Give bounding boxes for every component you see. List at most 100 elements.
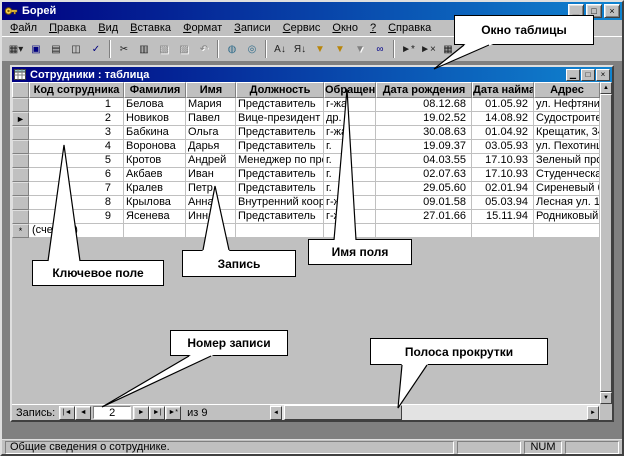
- print-button[interactable]: ▤: [46, 39, 66, 59]
- column-header[interactable]: Имя: [186, 82, 236, 98]
- cut-button[interactable]: ✂: [114, 39, 134, 59]
- table-cell[interactable]: Бабкина: [124, 126, 186, 140]
- apply-filter-button[interactable]: ▼: [350, 39, 370, 59]
- table-cell[interactable]: г.: [324, 154, 376, 168]
- table-cell[interactable]: 15.11.94: [472, 210, 534, 224]
- menu-file[interactable]: Файл: [4, 21, 43, 35]
- scroll-left-icon[interactable]: ◄: [270, 406, 282, 420]
- table-cell[interactable]: Представитель: [236, 140, 324, 154]
- column-header[interactable]: Обращение: [324, 82, 376, 98]
- last-record-button[interactable]: ►|: [149, 406, 165, 420]
- table-cell[interactable]: Петр: [186, 182, 236, 196]
- table-cell[interactable]: г-жа: [324, 98, 376, 112]
- web-toolbar-button[interactable]: ◎: [242, 39, 262, 59]
- sort-ascending-button[interactable]: А↓: [270, 39, 290, 59]
- table-cell[interactable]: 09.01.58: [376, 196, 472, 210]
- scroll-up-icon[interactable]: ▲: [600, 82, 612, 94]
- new-record-selector[interactable]: *: [12, 224, 29, 238]
- table-cell[interactable]: Студенческая: [534, 168, 600, 182]
- table-cell[interactable]: Вице-президент: [236, 112, 324, 126]
- table-cell[interactable]: Судостроитель: [534, 112, 600, 126]
- table-cell[interactable]: 19.02.52: [376, 112, 472, 126]
- child-maximize-button[interactable]: □: [581, 69, 595, 81]
- table-cell[interactable]: Новиков: [124, 112, 186, 126]
- table-cell[interactable]: Сиреневый бул: [534, 182, 600, 196]
- table-cell[interactable]: Акбаев: [124, 168, 186, 182]
- table-cell[interactable]: Зеленый просп: [534, 154, 600, 168]
- table-cell[interactable]: Ольга: [186, 126, 236, 140]
- paste-button[interactable]: ▧: [154, 39, 174, 59]
- undo-button[interactable]: ↶: [194, 39, 214, 59]
- table-cell[interactable]: г-жа: [324, 196, 376, 210]
- table-cell[interactable]: 04.03.55: [376, 154, 472, 168]
- menu-format[interactable]: Формат: [177, 21, 228, 35]
- table-cell[interactable]: 02.01.94: [472, 182, 534, 196]
- menu-window[interactable]: Окно: [326, 21, 364, 35]
- row-selector[interactable]: [12, 126, 29, 140]
- new-record-nav-button[interactable]: ►*: [165, 406, 181, 420]
- table-cell[interactable]: Мария: [186, 98, 236, 112]
- column-header[interactable]: Дата найма: [472, 82, 534, 98]
- current-record-selector[interactable]: ►: [12, 112, 29, 126]
- horizontal-scroll-thumb[interactable]: [284, 405, 402, 420]
- table-cell[interactable]: Инна: [186, 210, 236, 224]
- table-cell[interactable]: Кротов: [124, 154, 186, 168]
- row-selector[interactable]: [12, 98, 29, 112]
- row-selector[interactable]: [12, 140, 29, 154]
- table-cell[interactable]: Воронова: [124, 140, 186, 154]
- table-cell[interactable]: 2: [29, 112, 124, 126]
- horizontal-scrollbar[interactable]: ◄ ►: [270, 404, 600, 420]
- table-cell[interactable]: 03.05.93: [472, 140, 534, 154]
- menu-insert[interactable]: Вставка: [124, 21, 177, 35]
- table-cell[interactable]: Павел: [186, 112, 236, 126]
- table-cell[interactable]: Андрей: [186, 154, 236, 168]
- table-cell[interactable]: г.: [324, 168, 376, 182]
- table-cell[interactable]: [472, 224, 534, 238]
- find-button[interactable]: ∞: [370, 39, 390, 59]
- table-cell[interactable]: г-жа: [324, 126, 376, 140]
- table-cell[interactable]: 8: [29, 196, 124, 210]
- table-cell[interactable]: 29.05.60: [376, 182, 472, 196]
- new-record-button[interactable]: ►*: [398, 39, 418, 59]
- table-cell[interactable]: 4: [29, 140, 124, 154]
- table-cell[interactable]: 3: [29, 126, 124, 140]
- table-cell[interactable]: 27.01.66: [376, 210, 472, 224]
- table-cell[interactable]: 9: [29, 210, 124, 224]
- row-selector[interactable]: [12, 196, 29, 210]
- child-minimize-button[interactable]: ▁: [566, 69, 580, 81]
- table-cell[interactable]: (счетчик): [29, 224, 124, 238]
- spelling-button[interactable]: ✓: [86, 39, 106, 59]
- table-cell[interactable]: 19.09.37: [376, 140, 472, 154]
- filter-by-selection-button[interactable]: ▼: [310, 39, 330, 59]
- table-cell[interactable]: 02.07.63: [376, 168, 472, 182]
- menu-tools[interactable]: Сервис: [277, 21, 327, 35]
- table-cell[interactable]: 14.08.92: [472, 112, 534, 126]
- table-cell[interactable]: Представитель: [236, 126, 324, 140]
- view-button[interactable]: ▦▾: [6, 39, 26, 59]
- table-cell[interactable]: г-жа: [324, 210, 376, 224]
- table-cell[interactable]: ул. Нефтяников: [534, 98, 600, 112]
- table-cell[interactable]: Представитель: [236, 182, 324, 196]
- table-cell[interactable]: Представитель: [236, 210, 324, 224]
- vertical-scroll-thumb[interactable]: [600, 94, 612, 392]
- table-cell[interactable]: [124, 224, 186, 238]
- table-cell[interactable]: г.: [324, 140, 376, 154]
- insert-hyperlink-button[interactable]: ◍: [222, 39, 242, 59]
- table-cell[interactable]: Белова: [124, 98, 186, 112]
- row-selector[interactable]: [12, 210, 29, 224]
- table-cell[interactable]: 17.10.93: [472, 168, 534, 182]
- menu-records[interactable]: Записи: [228, 21, 277, 35]
- menu-view[interactable]: Вид: [92, 21, 124, 35]
- table-cell[interactable]: Анна: [186, 196, 236, 210]
- select-all-corner[interactable]: [12, 82, 29, 98]
- table-cell[interactable]: [534, 224, 600, 238]
- table-cell[interactable]: Родниковый пе: [534, 210, 600, 224]
- column-header[interactable]: Должность: [236, 82, 324, 98]
- table-cell[interactable]: Внутренний коор: [236, 196, 324, 210]
- table-cell[interactable]: Представитель: [236, 168, 324, 182]
- table-cell[interactable]: 1: [29, 98, 124, 112]
- scroll-down-icon[interactable]: ▼: [600, 392, 612, 404]
- save-button[interactable]: ▣: [26, 39, 46, 59]
- table-cell[interactable]: 30.08.63: [376, 126, 472, 140]
- column-header[interactable]: Фамилия: [124, 82, 186, 98]
